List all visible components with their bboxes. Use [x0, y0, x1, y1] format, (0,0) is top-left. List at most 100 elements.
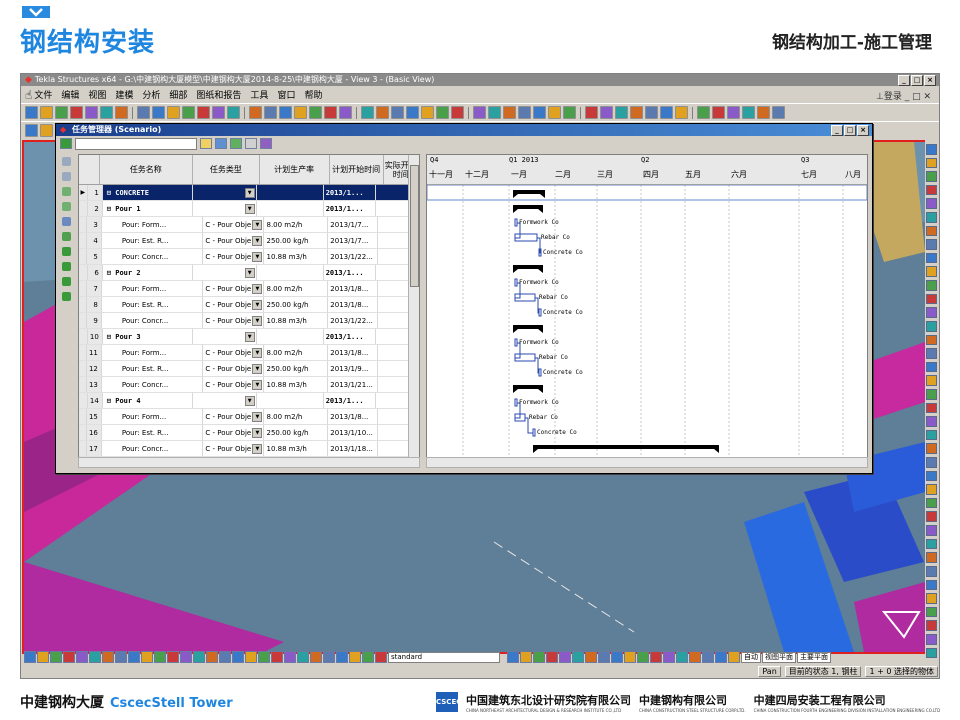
tool-icon[interactable] [926, 633, 937, 645]
tool-icon[interactable] [572, 651, 584, 663]
tool-icon[interactable] [406, 106, 419, 119]
menu-window[interactable]: 窗口 [277, 88, 295, 101]
task-name[interactable]: Pour: Concr... [102, 249, 204, 264]
tool-icon[interactable] [926, 579, 937, 591]
dropdown-arrow-icon[interactable]: ▼ [252, 380, 263, 390]
dropdown-arrow-icon[interactable]: ▼ [252, 252, 263, 262]
task-name[interactable]: ⊟ Pour 3 [103, 329, 193, 344]
tool-icon[interactable] [85, 106, 98, 119]
tool-icon[interactable] [24, 651, 36, 663]
task-name[interactable]: Pour: Est. R... [102, 297, 204, 312]
tool-icon[interactable] [926, 293, 937, 305]
tool-icon[interactable] [926, 470, 937, 482]
task-row[interactable]: 17 Pour: Concr... C - Pour Obje... ▼ 10.8… [79, 441, 419, 457]
tool-icon[interactable] [772, 106, 785, 119]
tool-icon[interactable] [421, 106, 434, 119]
tool-icon[interactable] [70, 106, 83, 119]
settings-icon[interactable] [245, 138, 257, 149]
task-type-select[interactable]: C - Pour Obje... ▼ [203, 361, 265, 376]
planned-rate[interactable] [257, 393, 324, 408]
tool-icon[interactable] [715, 651, 727, 663]
planned-start[interactable]: 2013/1/8... [328, 297, 378, 312]
menu-detailing[interactable]: 细部 [169, 88, 187, 101]
planned-start[interactable]: 2013/1/9... [328, 361, 378, 376]
tool-icon[interactable] [926, 416, 937, 427]
tool-icon[interactable] [507, 651, 519, 663]
task-type-select[interactable]: C - Pour Obje... ▼ [203, 249, 265, 264]
tool-icon[interactable] [152, 106, 165, 119]
tool-icon[interactable] [926, 565, 937, 577]
tool-icon[interactable] [258, 651, 270, 663]
tool-icon[interactable] [712, 106, 725, 119]
task-type-select[interactable]: C - Pour Obje... ▼ [203, 377, 265, 392]
planned-start[interactable]: 2013/1/22... [328, 249, 378, 264]
col-planned-rate[interactable]: 计划生产率 [260, 155, 330, 184]
tool-icon[interactable] [55, 106, 68, 119]
tool-icon[interactable] [598, 651, 610, 663]
tool-icon[interactable] [926, 157, 937, 169]
outdent-icon[interactable] [61, 292, 71, 301]
task-type-select[interactable]: ▼ [193, 265, 257, 280]
snap-mode-select[interactable]: 自动 [741, 651, 761, 663]
dropdown-arrow-icon[interactable]: ▼ [252, 316, 263, 326]
planned-rate[interactable] [257, 201, 324, 216]
planned-rate[interactable]: 10.88 m3/h [264, 249, 329, 264]
col-task-name[interactable]: 任务名称 [100, 155, 193, 184]
planned-start[interactable]: 2013/1/18... [328, 441, 378, 456]
minimize-button[interactable]: _ [898, 75, 910, 86]
tool-icon[interactable] [926, 184, 937, 196]
tool-icon[interactable] [585, 106, 598, 119]
tool-icon[interactable] [926, 144, 937, 155]
menu-drawings[interactable]: 图纸和报告 [196, 88, 241, 101]
dropdown-arrow-icon[interactable]: ▼ [252, 348, 263, 358]
tool-icon[interactable] [197, 106, 210, 119]
tool-icon[interactable] [451, 106, 464, 119]
tool-icon[interactable] [548, 106, 561, 119]
planned-rate[interactable]: 10.88 m3/h [264, 313, 329, 328]
task-name[interactable]: Pour: Form... [102, 409, 204, 424]
task-type-select[interactable]: ▼ [193, 185, 257, 200]
tool-icon[interactable] [309, 106, 322, 119]
tool-icon[interactable] [926, 429, 937, 441]
tool-icon[interactable] [926, 606, 937, 618]
planned-start[interactable]: 2013/1... [324, 393, 376, 408]
task-name[interactable]: ⊟ Pour 2 [103, 265, 193, 280]
task-type-select[interactable]: C - Pour Obje... ▼ [203, 313, 265, 328]
tool-icon[interactable] [563, 106, 576, 119]
task-row[interactable]: 13 Pour: Concr... C - Pour Obje... ▼ 10.8… [79, 377, 419, 393]
dropdown-arrow-icon[interactable]: ▼ [252, 220, 263, 230]
tool-icon[interactable] [102, 651, 114, 663]
planned-rate[interactable]: 8.00 m2/h [264, 217, 329, 232]
task-type-select[interactable]: C - Pour Obje... ▼ [203, 441, 265, 456]
task-grid-vscroll[interactable] [408, 155, 419, 457]
task-name[interactable]: Pour: Concr... [102, 377, 204, 392]
planned-start[interactable]: 2013/1... [324, 185, 376, 200]
tool-icon[interactable] [100, 106, 113, 119]
tool-icon[interactable] [926, 307, 937, 318]
tool-icon[interactable] [742, 106, 755, 119]
tool-icon[interactable] [757, 106, 770, 119]
tool-icon[interactable] [675, 106, 688, 119]
tool-icon[interactable] [926, 620, 937, 631]
menu-tools[interactable]: 工具 [250, 88, 268, 101]
dropdown-arrow-icon[interactable]: ▼ [252, 300, 263, 310]
tool-icon[interactable] [559, 651, 571, 663]
tool-icon[interactable] [141, 651, 153, 663]
move-up-icon[interactable] [61, 247, 71, 256]
tool-icon[interactable] [25, 124, 38, 137]
tool-icon[interactable] [650, 651, 662, 663]
tool-icon[interactable] [436, 106, 449, 119]
dropdown-arrow-icon[interactable]: ▼ [244, 332, 255, 342]
filter-icon[interactable] [200, 138, 212, 149]
add-object-icon[interactable] [61, 202, 71, 211]
tool-icon[interactable] [50, 651, 62, 663]
planned-start[interactable]: 2013/1/8... [328, 345, 378, 360]
tool-icon[interactable] [926, 252, 937, 264]
tool-icon[interactable] [533, 651, 545, 663]
tool-icon[interactable] [376, 106, 389, 119]
tool-icon[interactable] [362, 651, 374, 663]
dropdown-arrow-icon[interactable]: ▼ [252, 284, 263, 294]
tool-icon[interactable] [227, 106, 240, 119]
planned-rate[interactable]: 10.88 m3/h [264, 441, 329, 456]
tool-icon[interactable] [503, 106, 516, 119]
